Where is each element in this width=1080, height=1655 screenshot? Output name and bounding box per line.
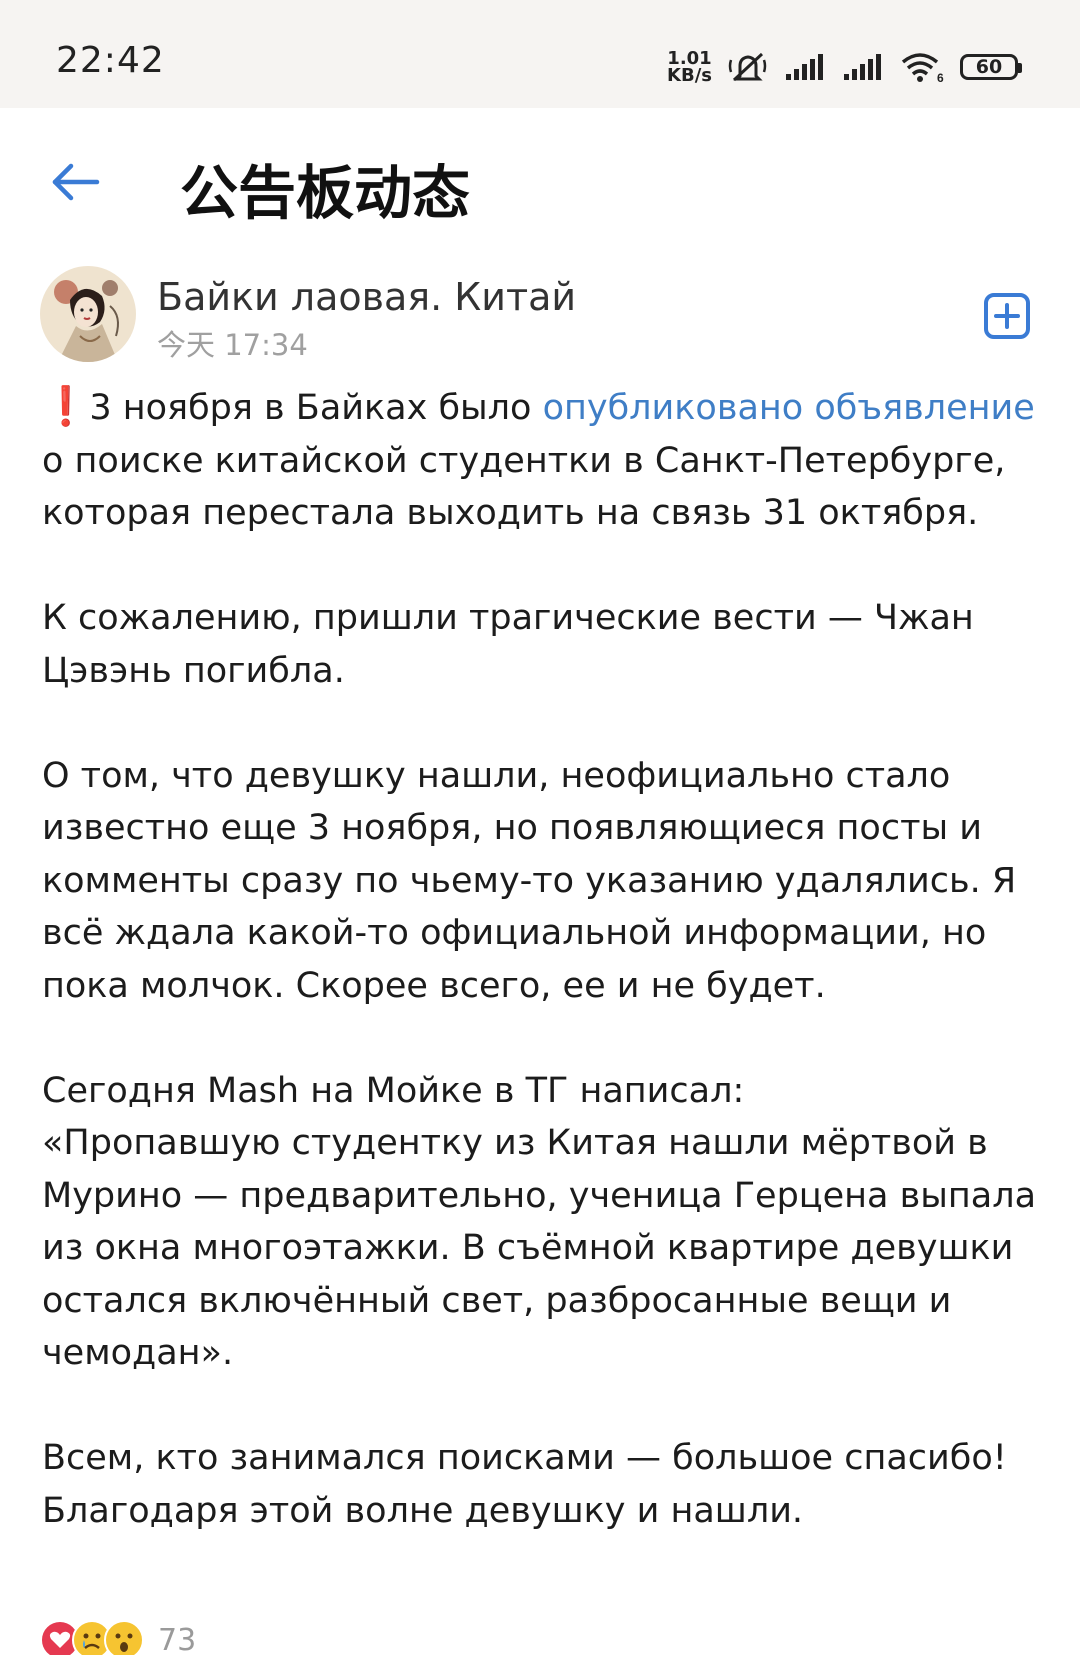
post-paragraph: Всем, кто занимался поисками — большое с… [42, 1438, 1007, 1531]
quote-text: «Пропавшую студентку из Китая нашли мёрт… [42, 1123, 1037, 1373]
post-paragraph: О том, что девушку нашли, неофициально с… [42, 755, 1017, 1006]
reactions-bar[interactable]: 73 [40, 1618, 196, 1655]
svg-text:6: 6 [937, 71, 944, 83]
status-bar: 22:42 1.01 KB/s 6 60 [0, 0, 1080, 108]
author-name[interactable]: Байки лаовая. Китай [157, 275, 576, 319]
signal-icon [844, 54, 881, 80]
back-button[interactable] [40, 152, 110, 212]
post-time: 今天 17:34 [157, 328, 308, 362]
post-text: о поиске китайской студентки в Санкт-Пет… [42, 440, 1006, 534]
post-paragraph: Сегодня Mash на Мойке в ТГ написал: «Проп… [42, 1065, 1042, 1380]
plus-square-icon [984, 293, 1030, 339]
status-time: 22:42 [56, 40, 165, 81]
add-button[interactable] [983, 292, 1031, 340]
wifi-icon: 6 [901, 53, 944, 83]
avatar[interactable] [40, 266, 136, 362]
post-text: 3 ноября в Байках было [89, 388, 543, 428]
mute-icon [728, 52, 767, 82]
header: 公告板动态 [0, 108, 1080, 258]
post-text: Сегодня Mash на Мойке в ТГ написал: [42, 1070, 745, 1111]
arrow-left-icon [52, 163, 100, 201]
signal-icon [786, 54, 823, 80]
battery-level: 60 [975, 56, 1003, 78]
post-body: ❗3 ноября в Байках было опубликовано объ… [42, 380, 1042, 1537]
surprised-face-icon [104, 1620, 144, 1655]
network-speed-unit: KB/s [667, 65, 712, 86]
page-title: 公告板动态 [180, 159, 471, 227]
post-paragraph: ❗3 ноября в Байках было опубликовано объ… [42, 380, 1042, 540]
exclamation-icon: ❗ [42, 384, 90, 428]
announcement-link[interactable]: опубликовано объявление [543, 388, 1035, 428]
battery-icon: 60 [960, 54, 1022, 80]
avatar-image [40, 266, 136, 362]
status-icons: 1.01 KB/s 6 60 [667, 46, 1022, 88]
reaction-count: 73 [158, 1622, 197, 1655]
post-paragraph: К сожалению, пришли трагические вести — … [42, 598, 974, 691]
network-speed: 1.01 KB/s [667, 50, 712, 86]
